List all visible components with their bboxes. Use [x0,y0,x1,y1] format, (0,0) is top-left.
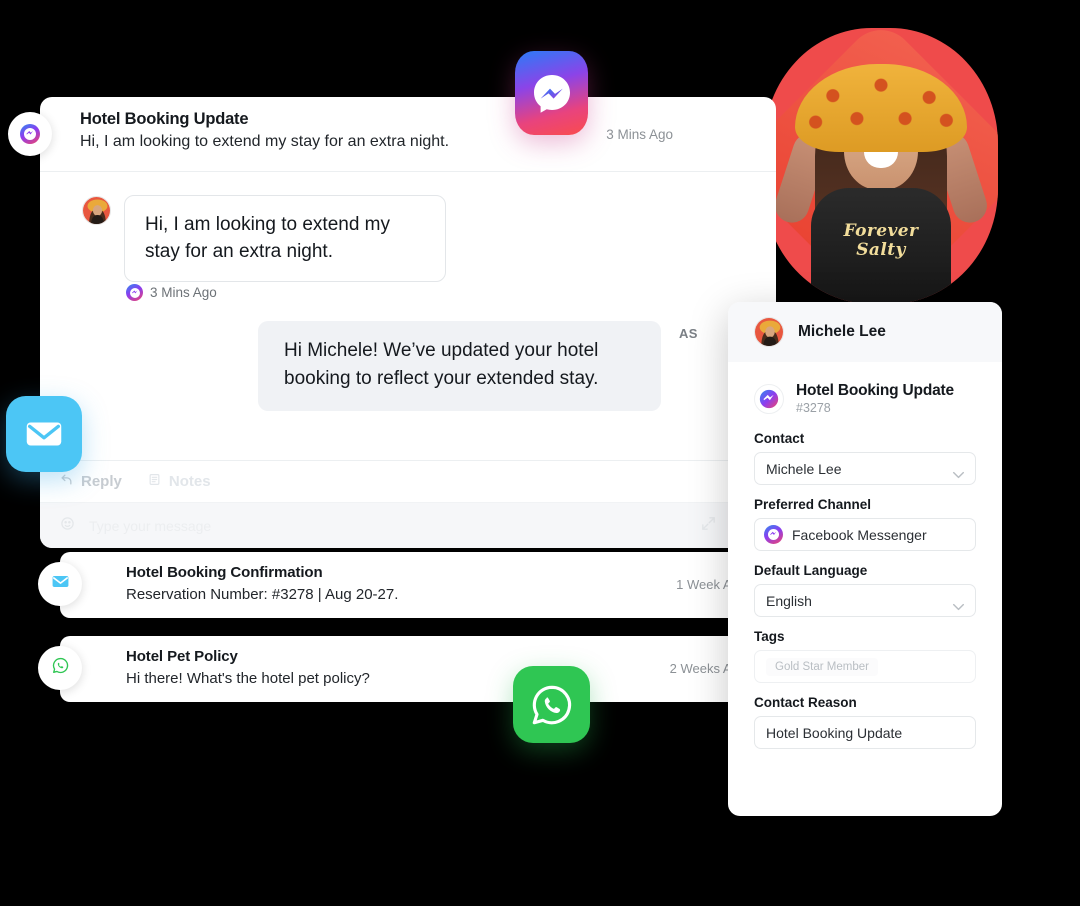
incoming-message-bubble: Hi, I am looking to extend my stay for a… [124,195,446,282]
tags-input[interactable]: Gold Star Member [754,650,976,683]
tab-reply-label: Reply [81,473,122,490]
conversation-preview: Hi, I am looking to extend my stay for a… [80,133,450,150]
field-contact: Contact Michele Lee [754,431,976,485]
whatsapp-icon [51,656,70,680]
emoji-icon[interactable] [60,516,75,536]
field-contact-reason: Contact Reason Hotel Booking Update [754,695,976,749]
contact-detail-panel: Michele Lee Hotel Booking Update #3278 C… [728,302,1002,816]
portrait-shirt: Forever Salty [811,188,951,304]
incoming-message-text: Hi, I am looking to extend my stay for a… [145,214,390,262]
outgoing-message-bubble: Hi Michele! We’ve updated your hotel boo… [258,321,661,411]
ticket-title: Hotel Booking Update [796,382,954,399]
contact-select[interactable]: Michele Lee [754,452,976,485]
panel-body: Hotel Booking Update #3278 Contact Miche… [728,362,1002,749]
conversation-title: Hotel Booking Update [80,110,249,128]
messenger-icon [126,284,143,301]
conversation-timestamp: 3 Mins Ago [606,127,673,142]
tab-reply[interactable]: Reply [60,473,122,490]
composer-tabs: Reply Notes [40,461,776,503]
contact-select-value: Michele Lee [766,460,842,477]
avatar [754,317,784,347]
ticket-summary: Hotel Booking Update #3278 [754,382,976,415]
whatsapp-app-icon[interactable] [513,666,590,743]
field-tags: Tags Gold Star Member [754,629,976,683]
messenger-channel-badge [8,112,52,156]
panel-header: Michele Lee [728,302,1002,362]
tab-notes[interactable]: Notes [148,473,211,490]
field-contact-label: Contact [754,431,805,446]
reply-arrow-icon [60,473,73,490]
incoming-message-meta: 3 Mins Ago [126,284,217,301]
list-item-title: Hotel Pet Policy [126,648,238,665]
conversation-header-card[interactable]: Hotel Booking Update Hi, I am looking to… [40,97,776,172]
list-item[interactable]: Hotel Pet Policy Hi there! What's the ho… [38,636,796,702]
preferred-channel-text: Facebook Messenger [792,526,927,543]
whatsapp-channel-badge [38,646,82,690]
contact-reason-value: Hotel Booking Update [766,724,903,741]
list-item-preview: Hi there! What's the hotel pet policy? [126,670,370,687]
messenger-icon [764,525,783,544]
email-icon [51,572,70,596]
panel-contact-name: Michele Lee [798,323,886,340]
field-preferred-channel: Preferred Channel Facebook Messenger [754,497,976,551]
language-select[interactable]: English [754,584,976,617]
avatar [82,196,111,225]
field-tags-label: Tags [754,629,785,644]
contact-reason-input[interactable]: Hotel Booking Update [754,716,976,749]
chevron-down-icon [952,598,965,614]
preferred-channel-value[interactable]: Facebook Messenger [754,518,976,551]
ticket-text: Hotel Booking Update #3278 [796,382,954,415]
email-app-icon[interactable] [6,396,82,472]
messenger-icon [20,124,40,144]
composer-input-area[interactable]: Type your message [40,503,776,548]
screenshot-stage: Forever Salty Hotel Booking Update Hi, I… [0,0,1080,906]
expand-icon[interactable] [700,515,717,537]
list-item-preview: Reservation Number: #3278 | Aug 20-27. [126,586,399,603]
field-reason-label: Contact Reason [754,695,857,710]
portrait-shirt-text: Forever Salty [843,221,919,260]
agent-initials-avatar: AS [679,326,698,341]
field-default-language: Default Language English [754,563,976,617]
list-item-title: Hotel Booking Confirmation [126,564,323,581]
tab-notes-label: Notes [168,473,211,490]
chevron-down-icon [952,466,965,482]
list-item[interactable]: Hotel Booking Confirmation Reservation N… [38,552,796,618]
messenger-app-icon[interactable] [515,51,588,135]
field-channel-label: Preferred Channel [754,497,872,512]
hero-portrait: Forever Salty [764,28,998,304]
hero-contact-photo: Forever Salty [764,28,998,304]
message-composer: Reply Notes Type your message [40,460,776,548]
portrait-pineapple-hat [795,64,967,152]
email-channel-badge [38,562,82,606]
incoming-message-timestamp: 3 Mins Ago [150,285,217,300]
messenger-icon [754,383,784,414]
outgoing-message-text: Hi Michele! We’ve updated your hotel boo… [284,340,599,389]
message-input[interactable]: Type your message [89,518,700,534]
language-select-value: English [766,592,812,609]
notes-icon [148,473,161,490]
ticket-number: #3278 [796,401,831,415]
field-language-label: Default Language [754,563,868,578]
status-badge: Gold Star Member [766,657,878,676]
